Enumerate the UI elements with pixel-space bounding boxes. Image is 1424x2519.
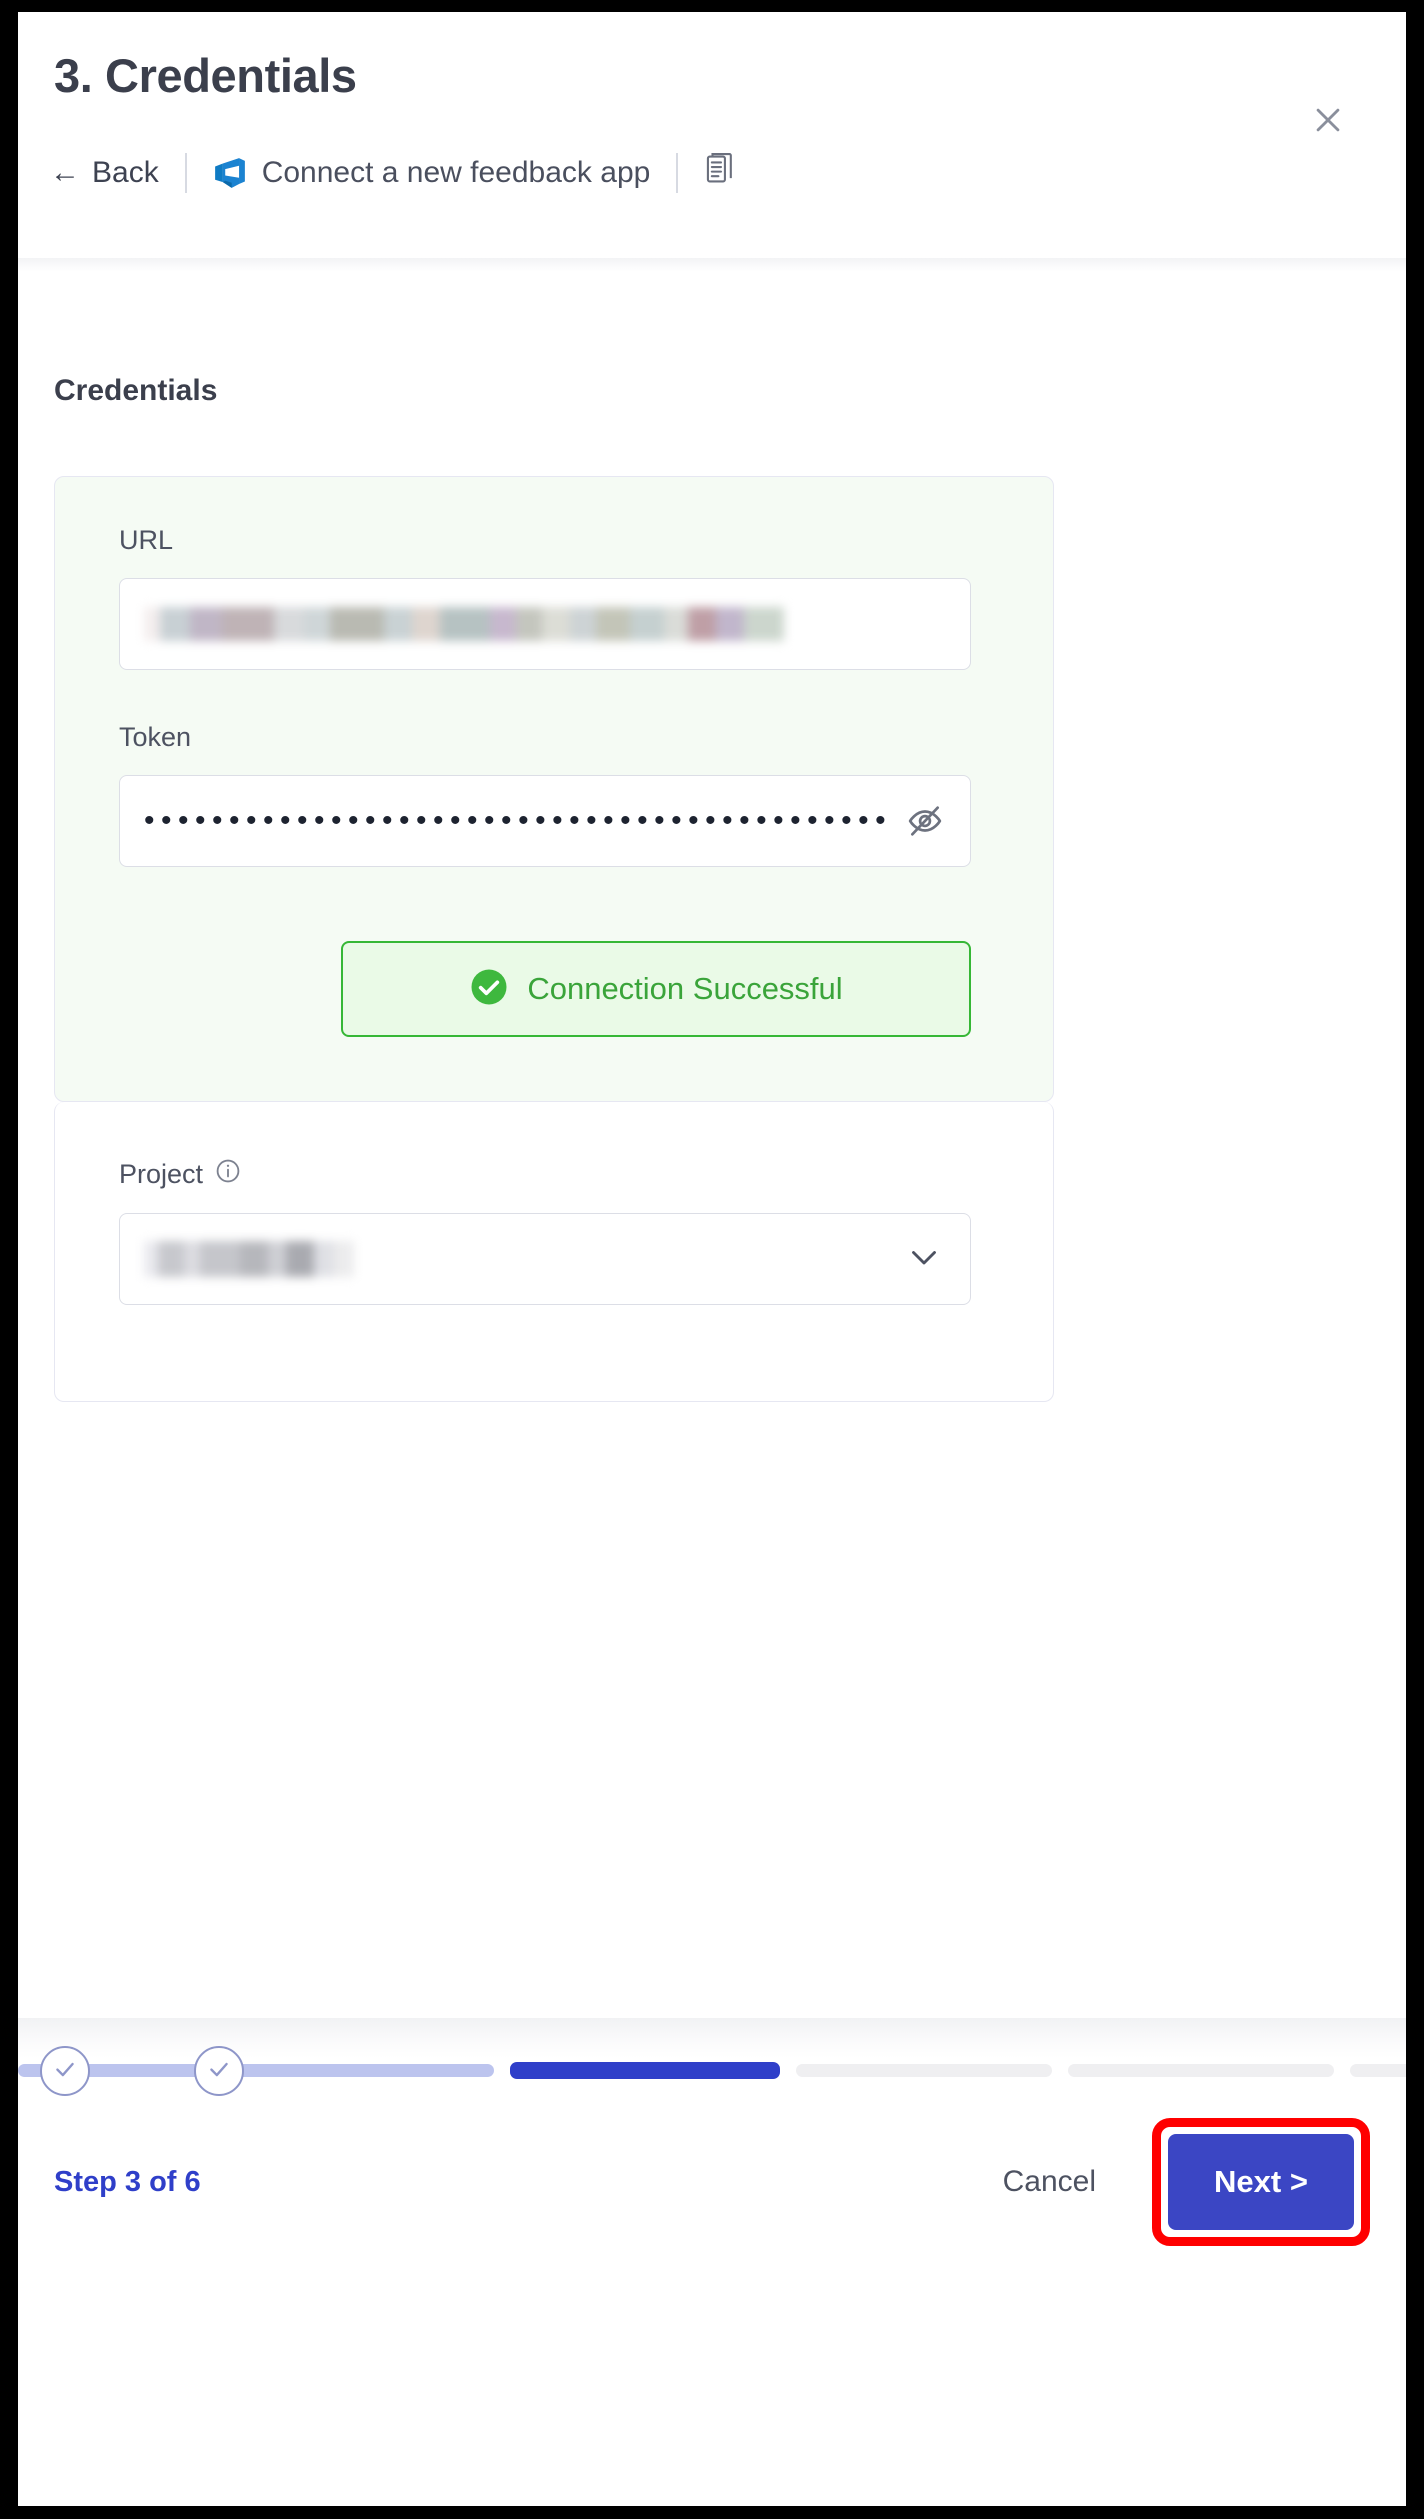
close-button[interactable] xyxy=(1306,98,1350,142)
credentials-card: URL Token ••••••••••••••••••••••••••••••… xyxy=(54,476,1054,1102)
eye-off-icon[interactable] xyxy=(906,802,944,840)
stepper-segment-5 xyxy=(1068,2064,1334,2077)
notes-button[interactable] xyxy=(678,152,736,194)
back-button[interactable]: ← Back xyxy=(50,156,185,190)
stepper-step-2-complete[interactable] xyxy=(194,2046,244,2096)
url-label: URL xyxy=(119,525,989,556)
check-circle-icon xyxy=(469,967,509,1012)
connection-status-row: Connection Successful xyxy=(119,941,971,1037)
section-title: Credentials xyxy=(54,374,218,407)
cancel-button[interactable]: Cancel xyxy=(983,2153,1116,2211)
project-select[interactable] xyxy=(119,1213,971,1305)
azure-devops-icon xyxy=(213,156,247,190)
modal-dialog: 3. Credentials ← Back Connect a new feed… xyxy=(18,12,1406,2506)
check-icon xyxy=(206,2056,232,2087)
stepper-step-1-complete[interactable] xyxy=(40,2046,90,2096)
breadcrumb-app-label: Connect a new feedback app xyxy=(261,156,651,189)
step-indicator: Step 3 of 6 xyxy=(54,2165,201,2198)
wizard-stepper xyxy=(18,2046,1406,2106)
back-arrow-icon: ← xyxy=(50,156,80,189)
document-icon xyxy=(706,152,736,194)
project-card: Project xyxy=(54,1102,1054,1402)
stepper-segment-6 xyxy=(1350,2064,1406,2077)
breadcrumb-app-item[interactable]: Connect a new feedback app xyxy=(187,156,677,190)
token-label-text: Token xyxy=(119,722,192,752)
check-icon xyxy=(52,2056,78,2087)
url-redacted-value xyxy=(144,607,784,641)
next-button[interactable]: Next > xyxy=(1168,2134,1354,2230)
footer-buttons: Cancel Next > xyxy=(983,2118,1370,2246)
info-icon[interactable] xyxy=(215,1158,241,1191)
chevron-down-icon xyxy=(906,1239,942,1280)
stepper-segment-2 xyxy=(232,2064,494,2077)
dialog-footer: Step 3 of 6 Cancel Next > xyxy=(18,2018,1406,2262)
token-masked-value: ••••••••••••••••••••••••••••••••••••••••… xyxy=(144,804,893,837)
footer-actions-bar: Step 3 of 6 Cancel Next > xyxy=(18,2102,1406,2262)
connection-successful-button[interactable]: Connection Successful xyxy=(341,941,971,1037)
back-label: Back xyxy=(92,156,159,189)
header-divider xyxy=(18,258,1406,272)
stepper-segment-4 xyxy=(796,2064,1052,2077)
project-label: Project xyxy=(119,1158,989,1191)
dialog-body: Credentials URL Token ••••••••••••••••••… xyxy=(18,272,1406,2262)
project-label-text: Project xyxy=(119,1159,204,1189)
close-icon xyxy=(1311,103,1345,137)
token-input[interactable]: ••••••••••••••••••••••••••••••••••••••••… xyxy=(119,775,971,867)
dialog-header: 3. Credentials ← Back Connect a new feed… xyxy=(18,12,1406,272)
page-title: 3. Credentials xyxy=(54,49,357,102)
next-button-wrapper: Next > xyxy=(1152,2118,1370,2246)
breadcrumb: ← Back Connect a new feedback app xyxy=(50,152,736,194)
url-input[interactable] xyxy=(119,578,971,670)
stepper-segment-3 xyxy=(510,2062,780,2079)
project-redacted-value xyxy=(144,1241,354,1277)
url-label-text: URL xyxy=(119,525,174,555)
credentials-form: URL Token ••••••••••••••••••••••••••••••… xyxy=(54,476,1054,1402)
token-label: Token xyxy=(119,722,989,753)
connection-status-label: Connection Successful xyxy=(527,971,843,1006)
